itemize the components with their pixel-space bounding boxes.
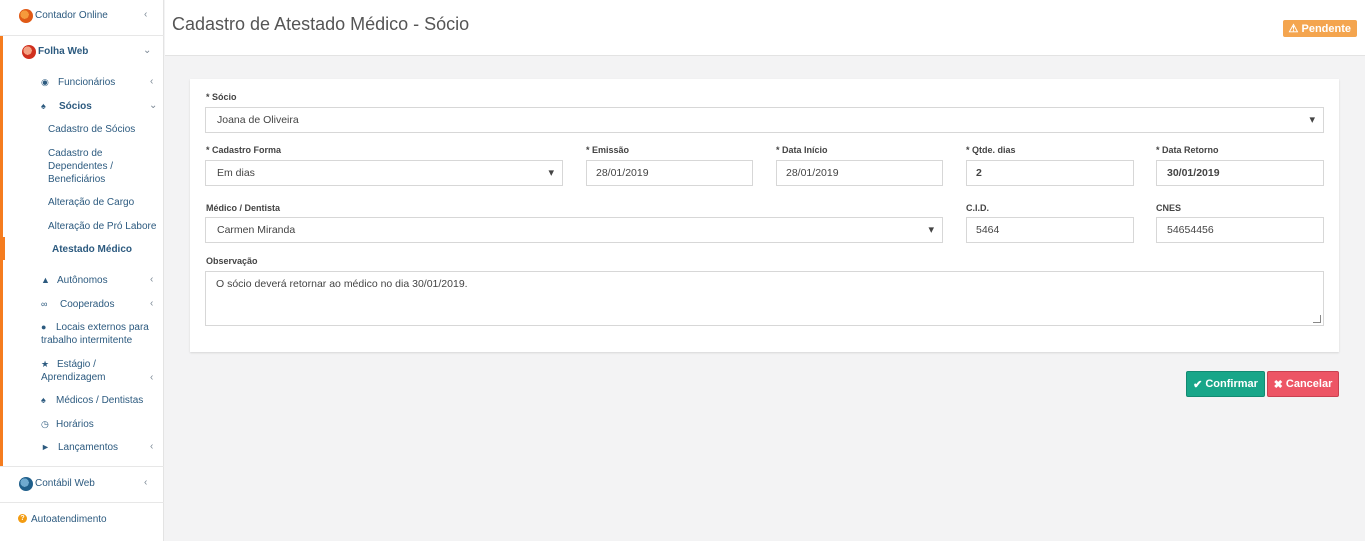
nav-locais-externos-line2: trabalho intermitente — [41, 335, 133, 346]
observacao-value: O sócio deverá retornar ao médico no dia… — [216, 278, 468, 290]
cadastro-forma-select[interactable]: Em dias — [205, 160, 563, 186]
thumbs-up-icon: ▲ — [41, 275, 50, 285]
cadastro-forma-value: Em dias — [217, 167, 255, 179]
submenu-cadastro-socios[interactable]: Cadastro de Sócios — [48, 124, 135, 135]
form-card: * Sócio Joana de Oliveira * Cadastro For… — [190, 79, 1339, 352]
confirm-button[interactable]: ✔ Confirmar — [1186, 371, 1265, 397]
sidebar: Contador Online ‹ Folha Web ⌄ ◉ Funcioná… — [0, 0, 164, 541]
nav-folha-web-label: Folha Web — [38, 46, 89, 57]
globe-icon: ● — [41, 322, 47, 332]
page-title: Cadastro de Atestado Médico - Sócio — [172, 14, 470, 34]
page-header: Cadastro de Atestado Médico - Sócio ⚠ Pe… — [165, 0, 1365, 56]
chevron-down-icon: ⌄ — [143, 45, 152, 56]
chevron-left-icon: ‹ — [144, 9, 148, 20]
medico-dentista-label: Médico / Dentista — [206, 203, 281, 213]
nav-estagio-line2: Aprendizagem — [41, 372, 106, 383]
clock-icon: ◷ — [41, 419, 49, 429]
qtde-dias-label: * Qtde. dias — [966, 145, 1016, 155]
submenu-cadastro-dependentes-line2: Dependentes / — [48, 161, 114, 172]
nav-cooperados-label: Cooperados — [60, 299, 115, 310]
data-inicio-input[interactable]: 28/01/2019 — [776, 160, 943, 186]
doctor-icon: ♠ — [41, 395, 46, 405]
status-badge: ⚠ Pendente — [1282, 20, 1357, 37]
user-circle-icon: ◉ — [41, 77, 49, 87]
qtde-dias-input[interactable]: 2 — [966, 160, 1134, 186]
status-badge-label: Pendente — [1301, 23, 1351, 35]
cid-value: 5464 — [976, 224, 1000, 236]
data-retorno-label: * Data Retorno — [1156, 145, 1219, 155]
contabil-web-logo-icon — [19, 477, 33, 491]
medico-dentista-select[interactable]: Carmen Miranda — [205, 217, 943, 243]
observacao-textarea[interactable]: O sócio deverá retornar ao médico no dia… — [205, 271, 1324, 326]
emissao-input[interactable]: 28/01/2019 — [586, 160, 753, 186]
chevron-left-icon: ‹ — [150, 372, 154, 383]
socio-label: * Sócio — [206, 92, 237, 102]
warning-icon: ⚠ — [1288, 23, 1299, 35]
data-inicio-value: 28/01/2019 — [786, 167, 839, 179]
submenu-cadastro-dependentes-line3: Beneficiários — [48, 174, 106, 185]
medico-dentista-value: Carmen Miranda — [217, 224, 296, 236]
qtde-dias-value: 2 — [976, 167, 982, 179]
cancel-button[interactable]: ✖ Cancelar — [1267, 371, 1339, 397]
chevron-left-icon: ‹ — [150, 298, 154, 309]
nav-lancamentos-label: Lançamentos — [58, 442, 119, 453]
chevron-down-icon: ⌄ — [149, 100, 158, 111]
cid-label: C.I.D. — [966, 203, 990, 213]
cnes-label: CNES — [1156, 203, 1182, 213]
data-retorno-input[interactable]: 30/01/2019 — [1156, 160, 1324, 186]
chevron-left-icon: ‹ — [150, 441, 154, 452]
nav-autonomos-label: Autônomos — [57, 275, 108, 286]
socio-select[interactable]: Joana de Oliveira — [205, 107, 1324, 133]
nav-medicos-dentistas-label: Médicos / Dentistas — [56, 395, 144, 406]
confirm-button-label: Confirmar — [1205, 378, 1258, 390]
nav-horarios-label: Horários — [56, 419, 94, 430]
nav-socios-label: Sócios — [59, 101, 92, 112]
cnes-input[interactable]: 54654456 — [1156, 217, 1324, 243]
divider — [0, 502, 164, 503]
cnes-value: 54654456 — [1167, 224, 1214, 236]
star-icon: ★ — [41, 359, 50, 369]
handshake-icon: ∞ — [41, 299, 48, 309]
submenu-atestado-medico[interactable]: Atestado Médico — [52, 244, 132, 255]
submenu-cadastro-dependentes-line1: Cadastro de — [48, 148, 103, 159]
data-retorno-value: 30/01/2019 — [1167, 167, 1220, 179]
cadastro-forma-label: * Cadastro Forma — [206, 145, 282, 155]
question-circle-icon: ? — [18, 514, 27, 523]
check-icon: ✔ — [1193, 378, 1203, 391]
close-icon: ✖ — [1273, 378, 1283, 391]
active-indicator — [0, 237, 5, 260]
resize-handle-icon[interactable] — [1313, 315, 1321, 323]
cid-input[interactable]: 5464 — [966, 217, 1134, 243]
chevron-left-icon: ‹ — [150, 274, 154, 285]
emissao-value: 28/01/2019 — [596, 167, 649, 179]
nav-autoatendimento-label: Autoatendimento — [31, 514, 107, 525]
nav-contador-online-label: Contador Online — [35, 10, 108, 21]
socio-select-value: Joana de Oliveira — [217, 114, 299, 126]
user-plus-icon: ♠ — [41, 101, 46, 111]
folha-web-logo-icon — [22, 45, 36, 59]
divider — [0, 466, 164, 467]
observacao-label: Observação — [206, 256, 258, 266]
emissao-label: * Emissão — [586, 145, 630, 155]
nav-funcionarios-label: Funcionários — [58, 77, 116, 88]
contador-online-logo-icon — [19, 9, 33, 23]
data-inicio-label: * Data Início — [776, 145, 828, 155]
submenu-alteracao-cargo[interactable]: Alteração de Cargo — [48, 197, 134, 208]
nav-locais-externos-line1: Locais externos para — [56, 322, 149, 333]
chevron-left-icon: ‹ — [144, 477, 148, 488]
bullhorn-icon: ► — [41, 442, 50, 452]
cancel-button-label: Cancelar — [1285, 378, 1333, 390]
chevron-left-icon: ‹ — [150, 76, 154, 87]
submenu-alteracao-pro-labore[interactable]: Alteração de Pró Labore — [48, 221, 156, 232]
nav-estagio-line1: Estágio / — [57, 359, 96, 370]
nav-contabil-web-label: Contábil Web — [35, 478, 95, 489]
